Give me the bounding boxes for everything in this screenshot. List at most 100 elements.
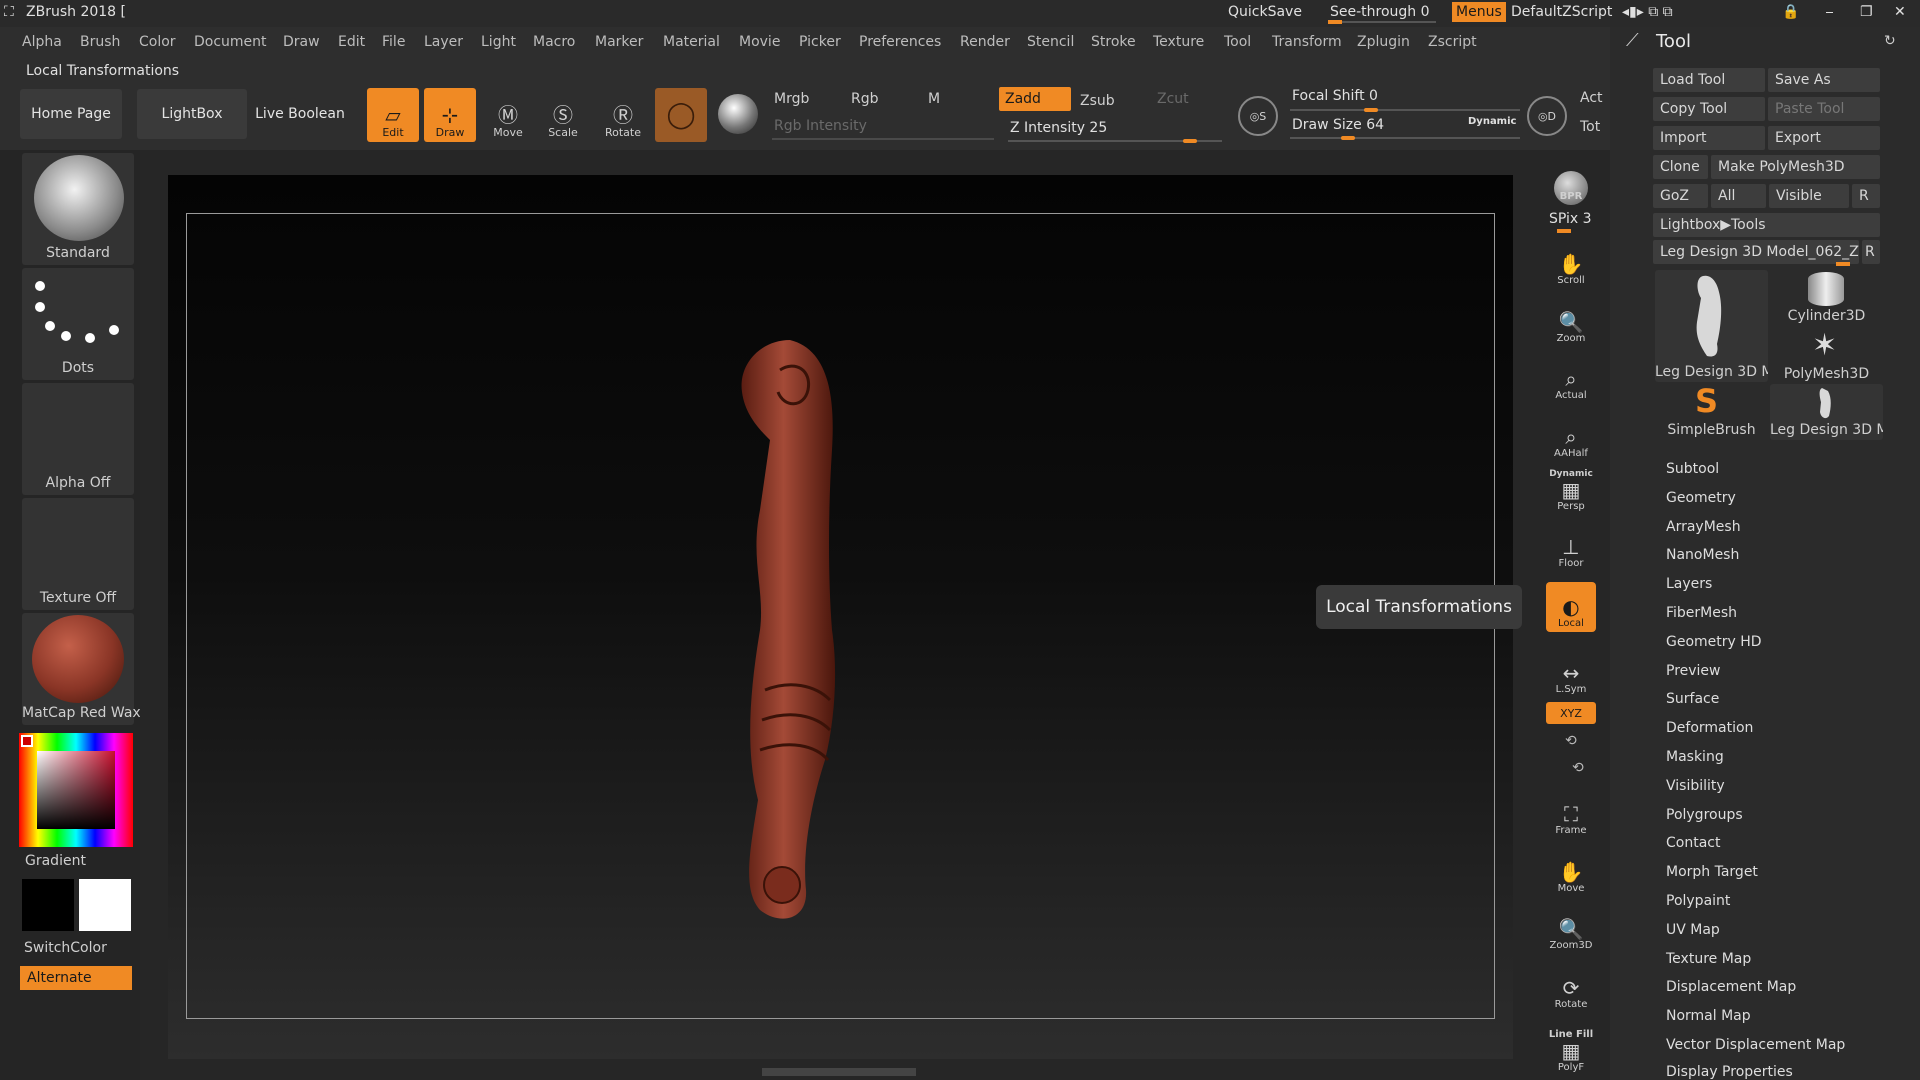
polyf-button[interactable]: Line Fill ▦ PolyF [1546,1018,1596,1076]
tool-thumb-leg-design-2[interactable]: Leg Design 3D M [1770,384,1883,440]
layout-icons[interactable]: ◂▮▸ ⧉ ⧉ [1622,4,1673,20]
save-as-button[interactable]: Save As [1768,68,1880,92]
section-deformation[interactable]: Deformation [1666,720,1753,736]
section-subtool[interactable]: Subtool [1666,461,1719,477]
current-tool-slider[interactable]: Leg Design 3D Model_062_ZT [1653,240,1859,264]
spix-knob[interactable] [1557,229,1571,233]
focal-shift-knob[interactable] [1363,108,1378,112]
rotate-mode-button[interactable]: Ⓡ Rotate [597,88,649,142]
clone-button[interactable]: Clone [1653,155,1708,179]
menu-file[interactable]: File [382,34,405,50]
section-geometry-hd[interactable]: Geometry HD [1666,634,1762,650]
rotate-view-button[interactable]: ⟳ Rotate [1546,963,1596,1013]
color-picker[interactable] [19,733,133,847]
menu-picker[interactable]: Picker [799,34,841,50]
frame-button[interactable]: ⛶ Frame [1546,789,1596,839]
floor-button[interactable]: ⊥ Floor [1546,522,1596,572]
minimize-icon[interactable]: ⎯ [1826,4,1833,20]
section-vector-displacement-map[interactable]: Vector Displacement Map [1666,1037,1845,1053]
palette-pin-icon[interactable]: ⟋ [1626,30,1639,51]
m-button[interactable]: M [928,91,940,107]
gradient-label[interactable]: Gradient [25,853,86,869]
menu-alpha[interactable]: Alpha [22,34,62,50]
draw-size-slider[interactable]: Draw Size 64 [1292,117,1384,133]
brush-selector[interactable]: Standard [22,153,134,265]
mrgb-button[interactable]: Mrgb [774,91,809,107]
menu-marker[interactable]: Marker [595,34,643,50]
section-morph-target[interactable]: Morph Target [1666,864,1758,880]
menu-transform[interactable]: Transform [1272,34,1342,50]
section-surface[interactable]: Surface [1666,691,1719,707]
primary-color-swatch[interactable] [79,879,131,931]
menus-toggle[interactable]: Menus [1452,2,1506,22]
spix-slider[interactable]: SPix 3 [1549,211,1592,227]
see-through-knob[interactable] [1328,20,1342,24]
section-uv-map[interactable]: UV Map [1666,922,1720,938]
zoom3d-button[interactable]: 🔍 Zoom3D [1546,904,1596,954]
menu-stroke[interactable]: Stroke [1091,34,1136,50]
menu-zplugin[interactable]: Zplugin [1357,34,1410,50]
menu-texture[interactable]: Texture [1153,34,1204,50]
quicksave-button[interactable]: QuickSave [1228,4,1302,20]
draw-size-knob[interactable] [1340,136,1355,140]
draw-mode-button[interactable]: ⊹ Draw [424,88,476,142]
section-fibermesh[interactable]: FiberMesh [1666,605,1737,621]
persp-button[interactable]: Dynamic ▦ Persp [1546,465,1596,515]
current-tool-r-button[interactable]: R [1862,240,1880,264]
aahalf-button[interactable]: ⌕ AAHalf [1546,412,1596,462]
menu-document[interactable]: Document [194,34,267,50]
z-rotate-icon[interactable]: ⟲ [1572,760,1584,776]
goz-r-button[interactable]: R [1852,184,1880,208]
rgb-intensity-slider[interactable]: Rgb Intensity [774,118,867,134]
tool-thumb-cylinder3d[interactable]: Cylinder3D [1770,270,1883,326]
right-shelf-scroll[interactable] [1538,380,1546,600]
see-through-slider[interactable]: See-through 0 [1330,4,1430,20]
y-rotate-icon[interactable]: ⟲ [1565,733,1577,749]
section-polypaint[interactable]: Polypaint [1666,893,1730,909]
z-intensity-knob[interactable] [1182,139,1197,143]
home-page-button[interactable]: Home Page [20,89,122,139]
menu-color[interactable]: Color [139,34,176,50]
focal-shift-slider[interactable]: Focal Shift 0 [1292,88,1378,104]
section-arraymesh[interactable]: ArrayMesh [1666,519,1741,535]
section-displacement-map[interactable]: Displacement Map [1666,979,1796,995]
menu-preferences[interactable]: Preferences [859,34,941,50]
zsub-button[interactable]: Zsub [1080,93,1115,109]
zadd-button[interactable]: Zadd [999,87,1071,111]
section-polygroups[interactable]: Polygroups [1666,807,1743,823]
current-tool-knob[interactable] [1836,262,1850,266]
menu-brush[interactable]: Brush [80,34,120,50]
zcut-button[interactable]: Zcut [1157,91,1189,107]
menu-light[interactable]: Light [481,34,516,50]
edit-mode-button[interactable]: ▱ Edit [367,88,419,142]
rgb-button[interactable]: Rgb [851,91,879,107]
menu-layer[interactable]: Layer [424,34,463,50]
goz-all-button[interactable]: All [1711,184,1766,208]
lsym-button[interactable]: ↔ L.Sym [1546,648,1596,698]
copy-tool-button[interactable]: Copy Tool [1653,97,1765,121]
tool-thumb-polymesh3d[interactable]: ✶ PolyMesh3D [1770,328,1883,384]
menu-zscript[interactable]: Zscript [1428,34,1477,50]
leg-design-model[interactable] [720,330,880,930]
restore-icon[interactable]: ❐ [1860,4,1873,20]
z-intensity-slider[interactable]: Z Intensity 25 [1010,120,1107,136]
goz-visible-button[interactable]: Visible [1769,184,1849,208]
switch-color-button[interactable]: SwitchColor [24,940,107,956]
zoom-button[interactable]: 🔍 Zoom [1546,297,1596,347]
material-sphere-icon[interactable] [718,94,758,134]
live-boolean-button[interactable]: Live Boolean [250,89,350,139]
section-normal-map[interactable]: Normal Map [1666,1008,1751,1024]
main-color-swatch[interactable] [21,735,33,747]
section-layers[interactable]: Layers [1666,576,1712,592]
scroll-button[interactable]: ✋ Scroll [1546,239,1596,289]
menu-material[interactable]: Material [663,34,720,50]
section-contact[interactable]: Contact [1666,835,1720,851]
stroke-selector[interactable]: Dots [22,268,134,380]
texture-selector[interactable]: Texture Off [22,498,134,610]
tool-thumb-leg-design[interactable]: Leg Design 3D M [1655,270,1768,382]
export-button[interactable]: Export [1768,126,1880,150]
move-mode-button[interactable]: Ⓜ Move [482,88,534,142]
menu-draw[interactable]: Draw [283,34,320,50]
default-zscript-button[interactable]: DefaultZScript [1511,4,1612,20]
color-picker-square[interactable] [37,751,115,829]
